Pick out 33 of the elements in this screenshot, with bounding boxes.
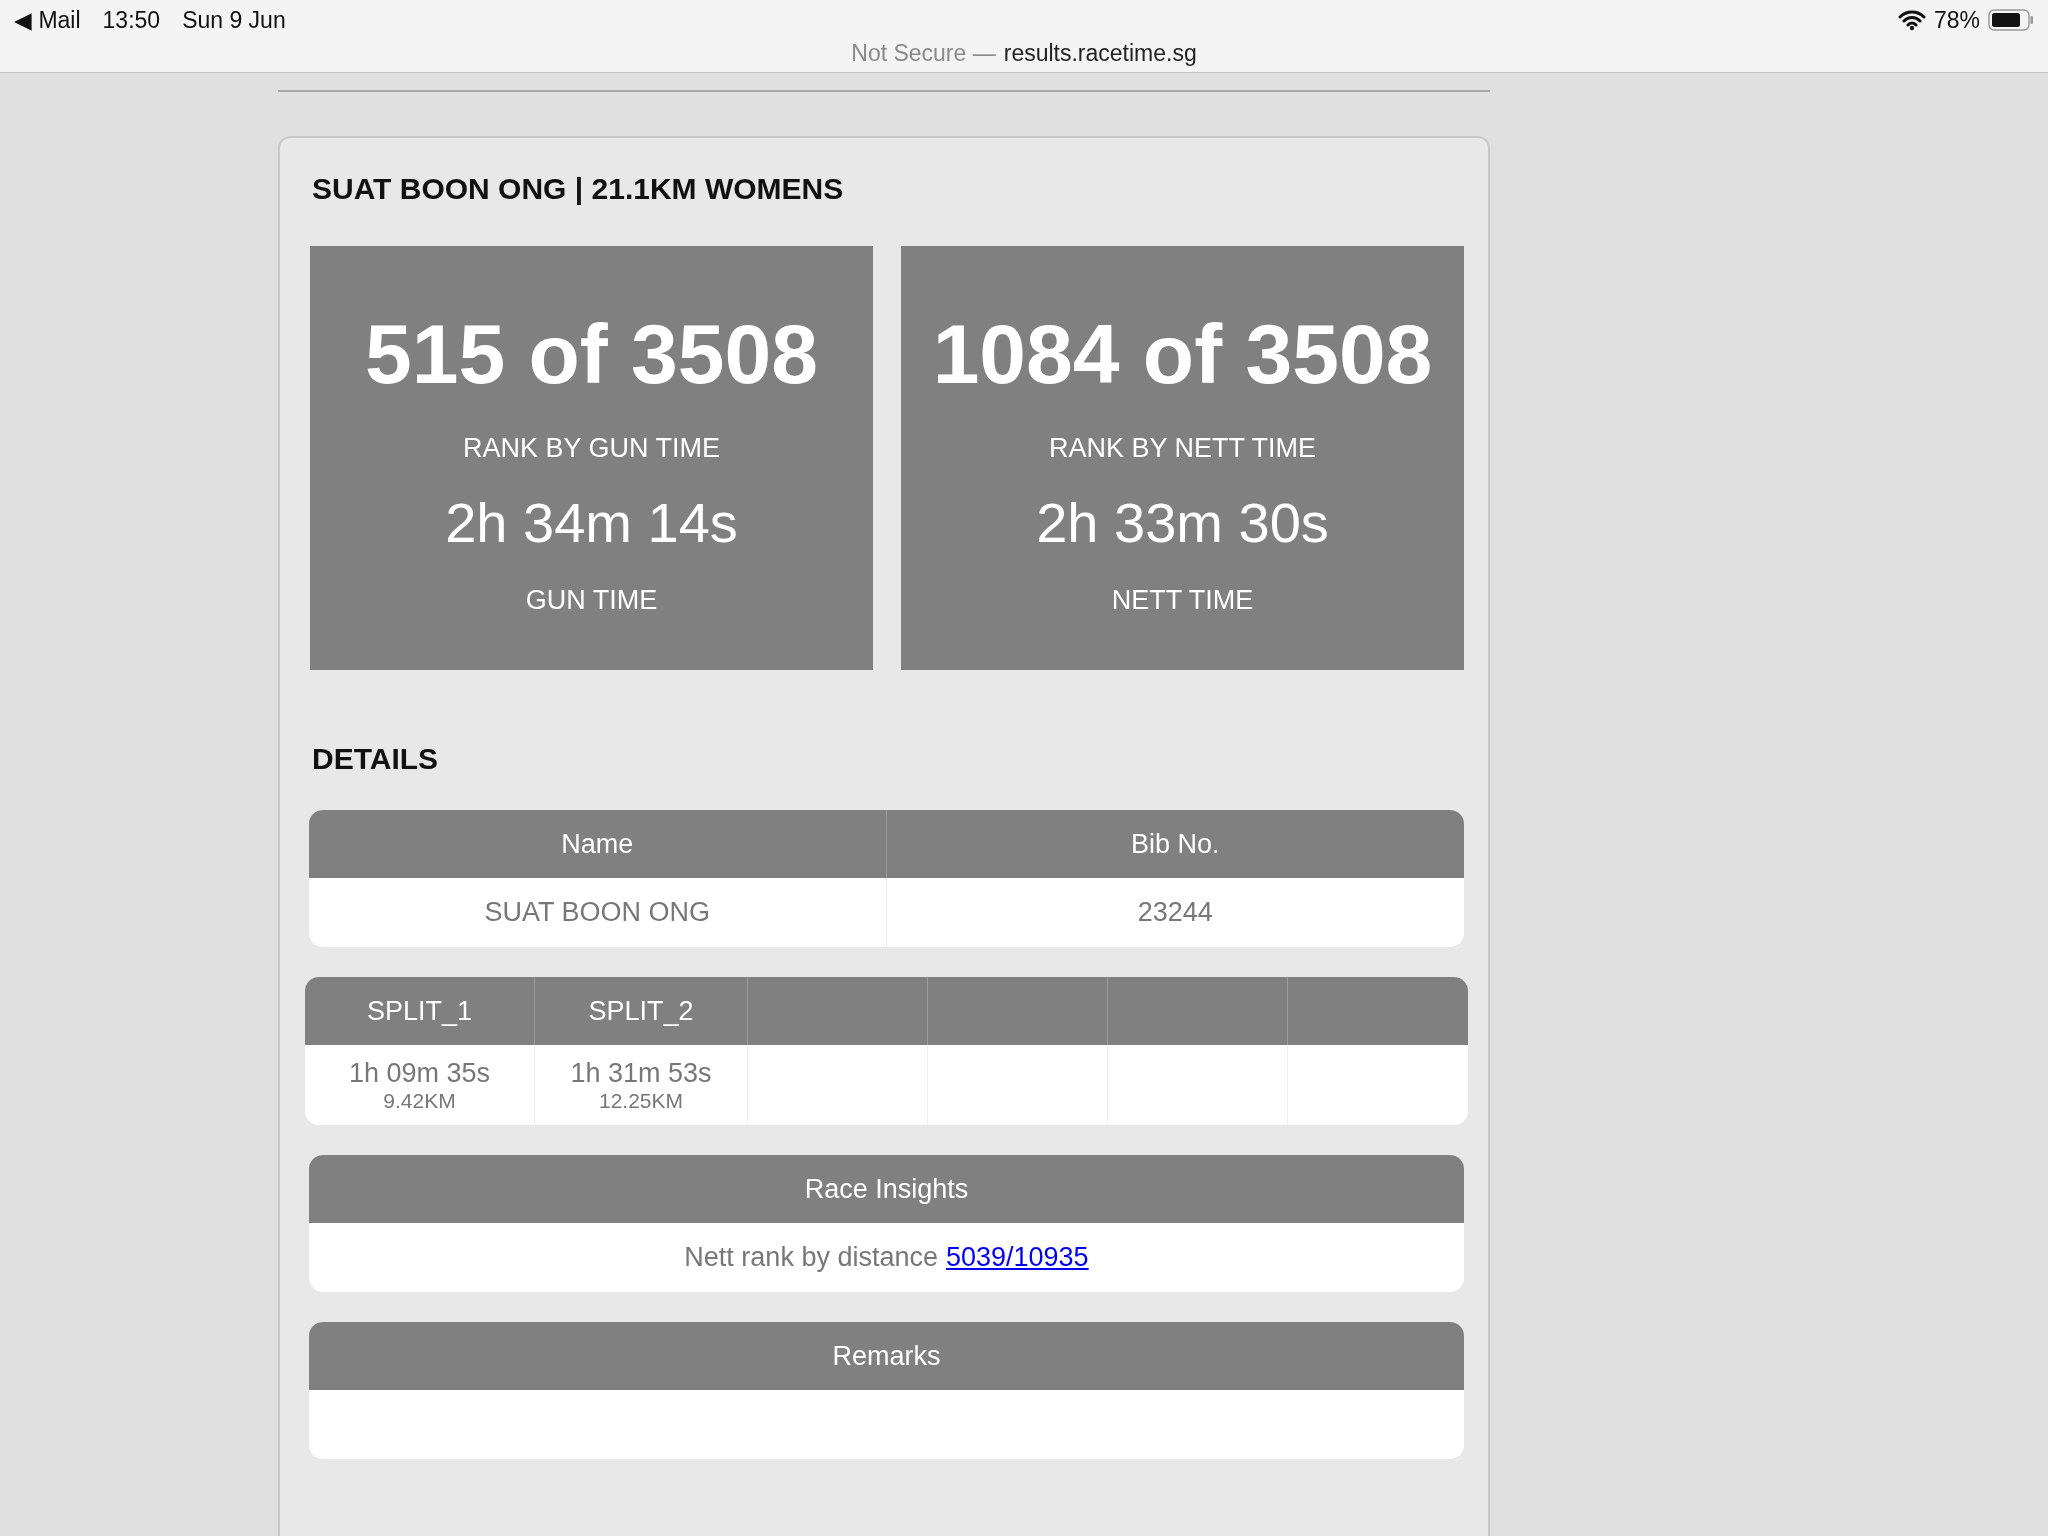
column-header: Name — [309, 810, 887, 878]
split-time: 1h 31m 53s — [570, 1057, 712, 1089]
rank-label: RANK BY GUN TIME — [462, 433, 721, 464]
split-distance: 12.25KM — [598, 1088, 684, 1113]
battery-icon — [1988, 9, 2034, 31]
status-time: 13:50 — [102, 6, 161, 34]
back-to-mail-link[interactable]: ◀ Mail — [14, 6, 81, 34]
column-header: SPLIT_1 — [305, 977, 535, 1045]
insight-text: Nett rank by distance 5039/10935 — [684, 1242, 1089, 1273]
details-heading: DETAILS — [312, 742, 440, 776]
address-bar[interactable]: Not Secure — results.racetime.sg — [14, 40, 2034, 67]
time-label: GUN TIME — [525, 585, 658, 616]
split-time: 1h 09m 35s — [348, 1057, 491, 1089]
security-label: Not Secure — — [851, 40, 996, 67]
column-header: Bib No. — [1129, 827, 1221, 861]
status-date: Sun 9 Jun — [182, 6, 286, 34]
time-value: 2h 34m 14s — [445, 490, 738, 555]
rank-value: 515 of 3508 — [365, 306, 818, 403]
time-label: NETT TIME — [1111, 585, 1254, 616]
wifi-icon — [1897, 9, 1926, 31]
split-distance: 9.42KM — [383, 1088, 456, 1113]
runner-title: SUAT BOON ONG | 21.1KM WOMENS — [312, 172, 845, 206]
column-header: SPLIT_2 — [535, 977, 748, 1045]
rank-value: 1084 of 3508 — [932, 306, 1433, 403]
battery-percentage: 78% — [1933, 6, 1980, 34]
rank-link[interactable]: 5039/10935 — [946, 1242, 1089, 1272]
insights-heading: Race Insights — [803, 1172, 970, 1206]
table-cell-text: 23244 — [1136, 896, 1214, 929]
url-text: results.racetime.sg — [1003, 40, 1197, 67]
remarks-heading: Remarks — [831, 1339, 942, 1373]
time-value: 2h 33m 30s — [1036, 490, 1329, 555]
rank-label: RANK BY NETT TIME — [1048, 433, 1317, 464]
table-cell: SUAT BOON ONG — [309, 878, 887, 947]
